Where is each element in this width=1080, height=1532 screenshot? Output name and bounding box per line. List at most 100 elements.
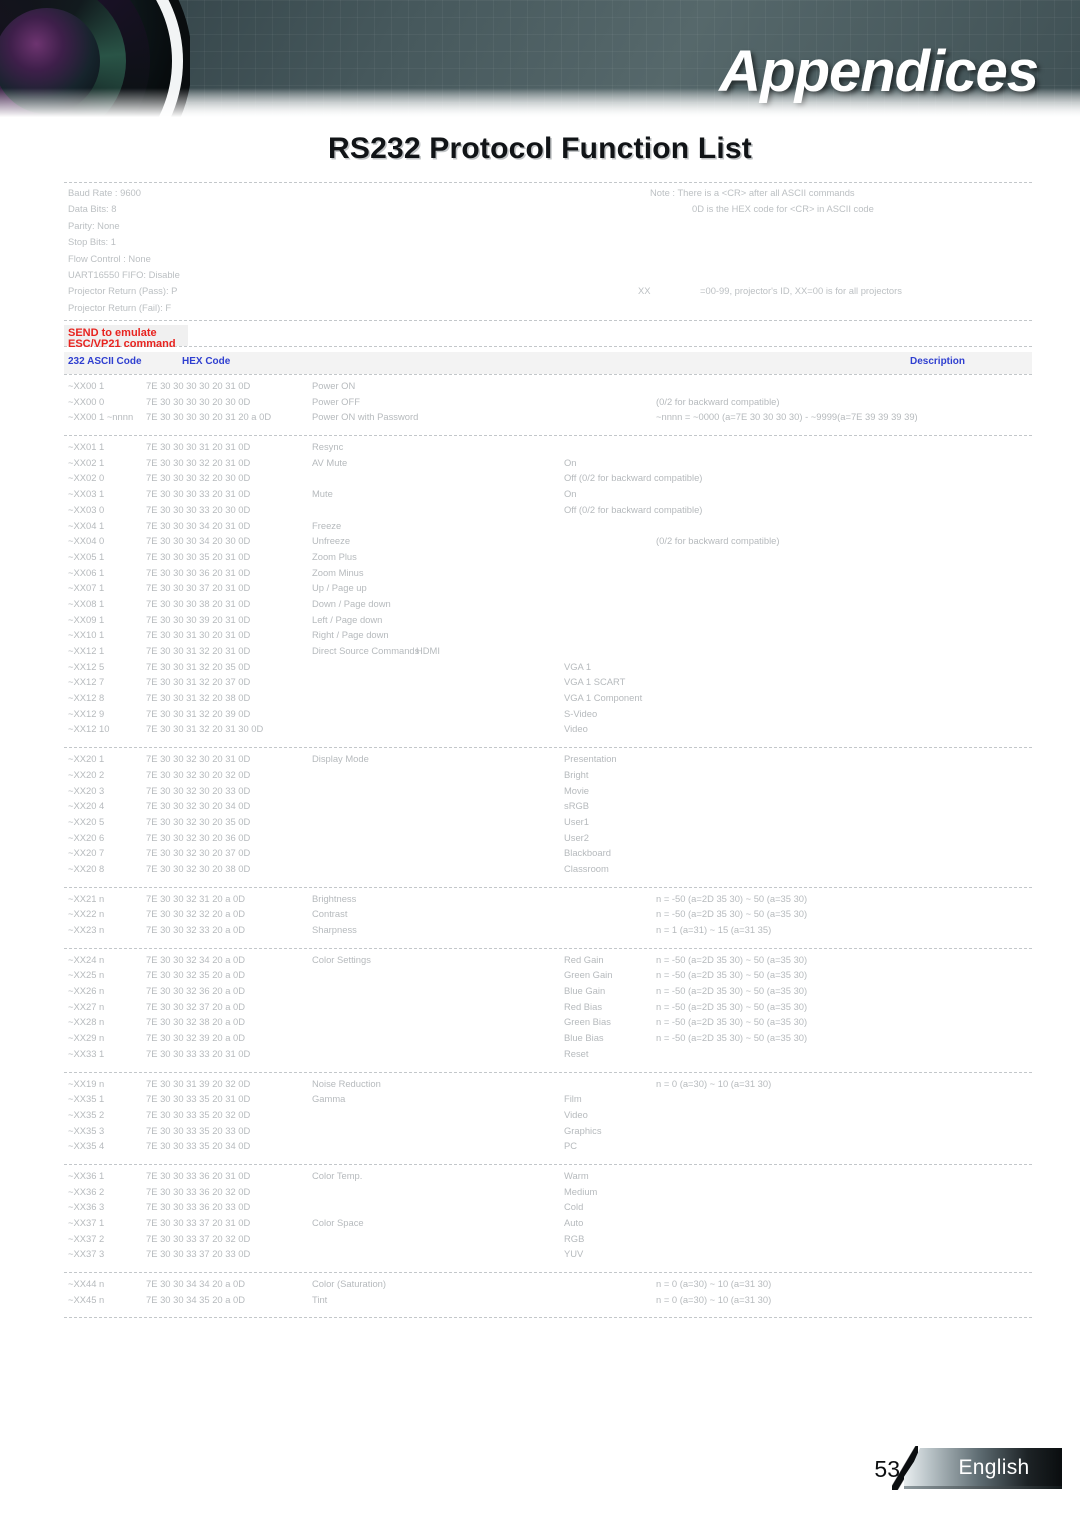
row-ascii-code: ~XX09 1	[68, 613, 105, 625]
table-row: ~XX12 9 7E 30 30 31 32 20 39 0D S-Video	[64, 707, 1032, 725]
row-note: n = 0 (a=30) ~ 10 (a=31 30)	[656, 1293, 772, 1305]
row-hex-code: 7E 30 30 31 32 20 39 0D	[146, 707, 251, 719]
row-value: Reset	[564, 1047, 589, 1059]
send-emulate-label: SEND to emulate ESC/VP21 command	[68, 327, 176, 350]
row-value: User2	[564, 831, 590, 843]
row-value: PC	[564, 1140, 578, 1152]
row-ascii-code: ~XX20 8	[68, 862, 105, 874]
row-ascii-code: ~XX06 1	[68, 566, 105, 578]
table-row: ~XX04 0 7E 30 30 30 34 20 30 0D Unfreeze (0…	[64, 536, 1032, 552]
row-value: YUV	[564, 1248, 584, 1260]
column-header-ascii: 232 ASCII Code	[68, 356, 142, 367]
row-ascii-code: ~XX20 2	[68, 768, 105, 780]
row-note: n = -50 (a=2D 35 30) ~ 50 (a=35 30)	[656, 1000, 808, 1012]
table-group-controls: ~XX01 1 7E 30 30 30 31 20 31 0D Resync ~XX0…	[64, 442, 1032, 740]
row-function: Freeze	[312, 519, 342, 531]
table-row: ~XX37 1 7E 30 30 33 37 20 31 0D Color Spac…	[64, 1218, 1032, 1234]
table-row: ~XX33 1 7E 30 30 33 33 20 31 0D Reset	[64, 1047, 1032, 1065]
row-ascii-code: ~XX20 1	[68, 753, 105, 765]
table-row: ~XX35 2 7E 30 30 33 35 20 32 0D Video	[64, 1108, 1032, 1126]
page-title: RS232 Protocol Function List	[328, 132, 752, 165]
row-value: Movie	[564, 784, 590, 796]
row-note: n = -50 (a=2D 35 30) ~ 50 (a=35 30)	[656, 1016, 808, 1028]
row-hex-code: 7E 30 30 31 32 20 38 0D	[146, 692, 251, 704]
row-value: Auto	[564, 1217, 584, 1228]
row-hex-code: 7E 30 30 32 30 20 34 0D	[146, 800, 251, 812]
table-row: ~XX09 1 7E 30 30 30 39 20 31 0D Left / Pag…	[64, 613, 1032, 631]
divider-group-color-space-threshold	[64, 1317, 1032, 1319]
row-ascii-code: ~XX02 1	[68, 456, 105, 468]
spec-data-bits: Data Bits: 8	[68, 203, 117, 215]
row-hex-code: 7E 30 30 34 34 20 a 0D	[146, 1278, 246, 1290]
row-hex-code: 7E 30 30 30 35 20 31 0D	[146, 550, 251, 562]
row-hex-code: 7E 30 30 30 32 20 30 0D	[146, 472, 251, 484]
divider-group-gamma	[64, 1163, 1032, 1165]
table-row: ~XX22 n 7E 30 30 32 32 20 a 0D Contrast n =…	[64, 909, 1032, 925]
row-note: n = -50 (a=2D 35 30) ~ 50 (a=35 30)	[656, 892, 808, 904]
row-note: n = -50 (a=2D 35 30) ~ 50 (a=35 30)	[656, 908, 808, 920]
table-row: ~XX12 10 7E 30 30 31 32 20 31 30 0D Video	[64, 724, 1032, 740]
table-group-power: ~XX00 1 7E 30 30 30 30 20 31 0D Power ON ~X…	[64, 381, 1032, 428]
row-value: Red Gain	[564, 953, 604, 965]
row-ascii-code: ~XX45 n	[68, 1293, 105, 1305]
row-function-2: HDMI	[416, 645, 440, 656]
table-row: ~XX35 3 7E 30 30 33 35 20 33 0D Graphics	[64, 1124, 1032, 1142]
row-hex-code: 7E 30 30 32 33 20 a 0D	[146, 924, 246, 935]
row-note: (0/2 for backward compatible)	[656, 535, 780, 547]
row-ascii-code: ~XX00 1	[68, 380, 105, 391]
row-ascii-code: ~XX10 1	[68, 629, 105, 641]
row-value: VGA 1	[564, 660, 592, 672]
table-row: ~XX21 n 7E 30 30 32 31 20 a 0D Brightness n…	[64, 892, 1032, 910]
row-ascii-code: ~XX04 0	[68, 535, 105, 547]
row-hex-code: 7E 30 30 30 39 20 31 0D	[146, 613, 251, 625]
row-ascii-code: ~XX29 n	[68, 1032, 105, 1044]
column-header-hex: HEX Code	[182, 356, 231, 367]
spec-parity: Parity: None	[68, 219, 120, 231]
row-value: Red Bias	[564, 1000, 603, 1012]
row-function: Down / Page down	[312, 597, 391, 609]
row-ascii-code: ~XX25 n	[68, 969, 105, 981]
row-note: n = -50 (a=2D 35 30) ~ 50 (a=35 30)	[656, 969, 808, 981]
divider-below-column-header	[64, 374, 1032, 375]
row-ascii-code: ~XX21 n	[68, 892, 105, 904]
row-hex-code: 7E 30 30 30 33 20 31 0D	[146, 488, 251, 500]
row-ascii-code: ~XX26 n	[68, 985, 105, 997]
row-hex-code: 7E 30 30 31 32 20 37 0D	[146, 676, 251, 688]
row-hex-code: 7E 30 30 33 36 20 32 0D	[146, 1185, 251, 1197]
row-note: n = 0 (a=30) ~ 10 (a=31 30)	[656, 1278, 772, 1290]
table-row: ~XX03 0 7E 30 30 30 33 20 30 0D Off (0/2 f…	[64, 504, 1032, 521]
row-value: User1	[564, 815, 590, 827]
row-ascii-code: ~XX12 8	[68, 692, 105, 704]
table-group-color-settings: ~XX24 n 7E 30 30 32 34 20 a 0D Color Setti…	[64, 953, 1032, 1065]
table-row: ~XX26 n 7E 30 30 32 36 20 a 0D Blue Gain n …	[64, 986, 1032, 1002]
table-row: ~XX00 0 7E 30 30 30 30 20 30 0D Power OFF (…	[64, 396, 1032, 413]
row-ascii-code: ~XX37 1	[68, 1217, 105, 1228]
table-row: ~XX37 2 7E 30 30 33 37 20 32 0D RGB	[64, 1232, 1032, 1250]
row-hex-code: 7E 30 30 33 37 20 32 0D	[146, 1232, 251, 1244]
row-function: Color Space	[312, 1217, 364, 1228]
row-hex-code: 7E 30 30 30 36 20 31 0D	[146, 566, 251, 578]
row-value: Film	[564, 1093, 582, 1105]
table-row: ~XX07 1 7E 30 30 30 37 20 31 0D Up / Page …	[64, 583, 1032, 599]
row-value: Green Bias	[564, 1016, 611, 1028]
row-ascii-code: ~XX03 1	[68, 488, 105, 500]
row-hex-code: 7E 30 30 32 31 20 a 0D	[146, 892, 246, 904]
table-column-header: 232 ASCII Code HEX Code Description	[64, 352, 1032, 374]
row-function: Resync	[312, 441, 344, 453]
row-ascii-code: ~XX12 5	[68, 660, 105, 672]
spec-return-pass: Projector Return (Pass): P	[68, 285, 178, 297]
row-hex-code: 7E 30 30 33 33 20 31 0D	[146, 1047, 251, 1059]
row-hex-code: 7E 30 30 33 35 20 32 0D	[146, 1108, 251, 1120]
row-value: Classroom	[564, 862, 609, 874]
row-hex-code: 7E 30 30 33 36 20 33 0D	[146, 1201, 251, 1213]
row-ascii-code: ~XX02 0	[68, 472, 105, 484]
row-note: ~nnnn = ~0000 (a=7E 30 30 30 30) - ~9999…	[656, 411, 918, 423]
row-ascii-code: ~XX23 n	[68, 924, 105, 935]
row-ascii-code: ~XX35 1	[68, 1093, 105, 1105]
row-hex-code: 7E 30 30 30 37 20 31 0D	[146, 582, 251, 594]
divider-below-red-band	[64, 346, 1032, 347]
table-row: ~XX19 n 7E 30 30 31 39 20 32 0D Noise Redu…	[64, 1078, 1032, 1095]
protocol-table: ~XX00 1 7E 30 30 30 30 20 31 0D Power ON ~X…	[64, 381, 1032, 1319]
row-hex-code: 7E 30 30 32 32 20 a 0D	[146, 908, 246, 920]
row-ascii-code: ~XX35 3	[68, 1124, 105, 1136]
